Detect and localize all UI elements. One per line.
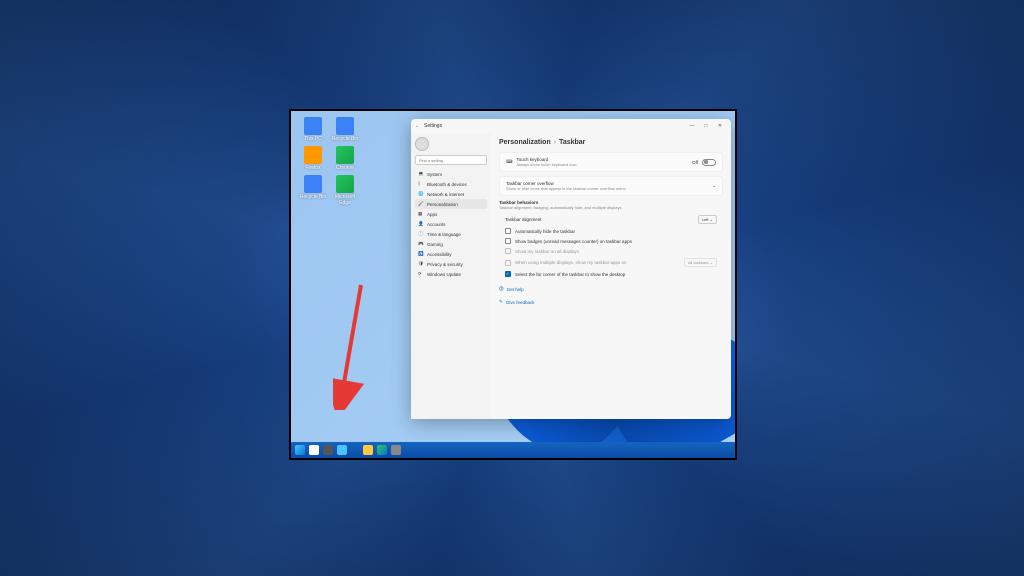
feedback-icon: ✎: [499, 299, 503, 305]
breadcrumb: Personalization›Taskbar: [499, 139, 723, 146]
chevron-down-icon: ⌄: [712, 183, 716, 189]
nav-time-language[interactable]: 🕐Time & language: [415, 229, 487, 239]
nav-network-internet[interactable]: 🌐Network & internet: [415, 189, 487, 199]
nav-accessibility[interactable]: ♿Accessibility: [415, 249, 487, 259]
nav-bluetooth-devices[interactable]: ᛒBluetooth & devices: [415, 179, 487, 189]
overflow-sub: Show or hide icons that appear in the ta…: [506, 186, 708, 191]
desktop-icon[interactable]: This PC: [297, 117, 329, 142]
touch-state: Off: [692, 160, 698, 165]
explorer-icon[interactable]: [363, 445, 373, 455]
widgets-icon[interactable]: [337, 445, 347, 455]
alignment-dropdown[interactable]: Left ⌄: [698, 215, 717, 224]
start-button[interactable]: [295, 445, 305, 455]
desktop-icon[interactable]: Chrome: [329, 146, 361, 171]
behavior-option[interactable]: Select the far corner of the taskbar to …: [499, 269, 723, 279]
nav-privacy-security[interactable]: 🛡Privacy & security: [415, 259, 487, 269]
checkbox[interactable]: [505, 228, 511, 234]
give-feedback-link[interactable]: ✎Give feedback: [499, 299, 723, 305]
desktop-icon[interactable]: Recycle Bin: [329, 117, 361, 142]
edge-icon[interactable]: [377, 445, 387, 455]
display-dropdown: All taskbars ⌄: [684, 258, 717, 267]
alignment-label: Taskbar alignment: [505, 217, 694, 222]
checkbox: [505, 260, 511, 266]
alignment-row: Taskbar alignment Left ⌄: [499, 213, 723, 226]
task-view-icon[interactable]: [323, 445, 333, 455]
behavior-option[interactable]: Show badges (unread messages counter) on…: [499, 236, 723, 246]
windows-desktop: This PCRecycle Bin FirefoxChrome Recycle…: [289, 109, 737, 460]
checkbox[interactable]: [505, 238, 511, 244]
back-button[interactable]: ←: [415, 123, 420, 129]
checkbox: [505, 248, 511, 254]
breadcrumb-parent[interactable]: Personalization: [499, 139, 551, 146]
minimize-button[interactable]: —: [685, 123, 699, 129]
behaviors-sub: Taskbar alignment, badging, automaticall…: [499, 205, 723, 210]
taskbar[interactable]: [291, 442, 735, 458]
breadcrumb-current: Taskbar: [559, 139, 585, 146]
help-icon: 🛈: [499, 285, 504, 293]
desktop-icon[interactable]: Microsoft Edge: [329, 175, 361, 206]
settings-icon[interactable]: [391, 445, 401, 455]
maximize-button[interactable]: □: [699, 123, 713, 129]
taskbar-behaviors-section: Taskbar behaviors Taskbar alignment, bad…: [499, 200, 723, 279]
corner-overflow-row[interactable]: Taskbar corner overflow Show or hide ico…: [499, 176, 723, 196]
nav-personalization[interactable]: 🖌Personalization: [415, 199, 487, 209]
nav-apps[interactable]: ▦Apps: [415, 209, 487, 219]
behavior-option[interactable]: Automatically hide the taskbar: [499, 226, 723, 236]
window-title: Settings: [424, 123, 442, 129]
close-button[interactable]: ✕: [713, 123, 727, 129]
desktop-icon[interactable]: Recycle Bin: [297, 175, 329, 200]
keyboard-icon: ⌨: [506, 159, 513, 165]
desktop-icons: This PCRecycle Bin FirefoxChrome Recycle…: [297, 117, 361, 210]
settings-sidebar: 💻SystemᛒBluetooth & devices🌐Network & in…: [411, 133, 491, 419]
search-input[interactable]: [415, 155, 487, 165]
behavior-option: Show my taskbar on all displays: [499, 246, 723, 256]
settings-content: Personalization›Taskbar ⌨ Touch keyboard…: [491, 133, 731, 419]
desktop-icon[interactable]: Firefox: [297, 146, 329, 171]
nav-windows-update[interactable]: ⟳Windows Update: [415, 269, 487, 279]
checkbox[interactable]: [505, 271, 511, 277]
nav-system[interactable]: 💻System: [415, 169, 487, 179]
get-help-link[interactable]: 🛈Get help: [499, 285, 723, 293]
touch-keyboard-sub: Always show touch keyboard icon: [517, 162, 689, 167]
profile-avatar[interactable]: [415, 137, 429, 151]
touch-keyboard-row[interactable]: ⌨ Touch keyboard Always show touch keybo…: [499, 152, 723, 172]
nav-gaming[interactable]: 🎮Gaming: [415, 239, 487, 249]
search-icon[interactable]: [309, 445, 319, 455]
settings-window: ← Settings — □ ✕ 💻SystemᛒBluetooth & dev…: [411, 119, 731, 419]
titlebar: ← Settings — □ ✕: [411, 119, 731, 133]
touch-toggle[interactable]: [702, 159, 716, 166]
nav-accounts[interactable]: 👤Accounts: [415, 219, 487, 229]
behavior-option: When using multiple displays, show my ta…: [499, 256, 723, 269]
